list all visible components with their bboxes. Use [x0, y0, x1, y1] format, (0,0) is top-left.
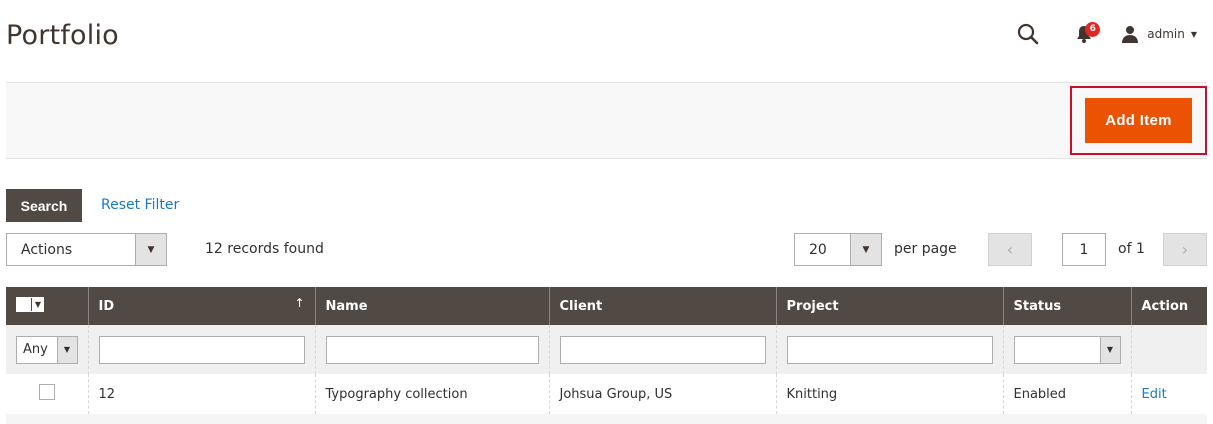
user-name: admin — [1147, 27, 1185, 41]
per-page-label: per page — [894, 241, 957, 257]
mass-actions-value: Actions — [21, 241, 73, 258]
user-icon — [1122, 26, 1139, 43]
cell-id: 12 — [87, 374, 315, 414]
filter-cell-id — [87, 325, 315, 374]
filter-cell-client — [548, 325, 776, 374]
add-item-highlight: Add Item — [1070, 86, 1207, 155]
filter-cell-action — [1130, 325, 1207, 374]
search-icon — [1018, 23, 1039, 45]
total-pages-text: of 1 — [1118, 241, 1145, 257]
cell-status: Enabled — [1002, 374, 1131, 414]
filter-name-input[interactable] — [325, 335, 539, 364]
row-select-cell — [6, 374, 88, 414]
cell-action: Edit — [1130, 374, 1207, 414]
filter-select-any[interactable]: Any ▼ — [16, 335, 78, 364]
notifications-button[interactable]: 6 — [1069, 19, 1101, 49]
mass-select-control[interactable]: ▼ — [16, 297, 44, 312]
table-row: 12 Typography collection Johsua Group, U… — [6, 374, 1207, 414]
cell-client: Johsua Group, US — [548, 374, 776, 414]
edit-link[interactable]: Edit — [1142, 387, 1167, 402]
chevron-down-icon: ▼ — [850, 234, 881, 265]
grid-header-row: ▼ ID ↑ Name Client Project Status Action — [6, 287, 1207, 325]
column-header-name[interactable]: Name — [314, 287, 549, 325]
cell-name: Typography collection — [314, 374, 549, 414]
filter-cell-select: Any ▼ — [6, 325, 88, 374]
next-page-button[interactable]: › — [1163, 233, 1207, 266]
filter-cell-status: ▼ — [1002, 325, 1131, 374]
next-row-strip — [6, 414, 1207, 424]
portfolio-grid: ▼ ID ↑ Name Client Project Status Action… — [6, 287, 1207, 414]
column-header-status[interactable]: Status — [1002, 287, 1131, 325]
current-page-input[interactable] — [1062, 233, 1106, 266]
column-header-client[interactable]: Client — [548, 287, 776, 325]
filter-project-input[interactable] — [786, 335, 993, 364]
caret-down-icon: ▼ — [1190, 29, 1197, 39]
column-header-project[interactable]: Project — [775, 287, 1003, 325]
caret-down-icon: ▼ — [31, 298, 44, 311]
column-header-id[interactable]: ID ↑ — [87, 287, 315, 325]
records-found-text: 12 records found — [205, 241, 324, 257]
user-account-menu[interactable]: admin ▼ — [1121, 25, 1197, 43]
filter-cell-project — [775, 325, 1003, 374]
cell-project: Knitting — [775, 374, 1003, 414]
search-button[interactable]: Search — [6, 189, 82, 222]
reset-filter-link[interactable]: Reset Filter — [101, 197, 179, 213]
per-page-select[interactable]: 20 ▼ — [794, 233, 882, 266]
chevron-down-icon: ▼ — [135, 234, 166, 265]
sort-ascending-icon: ↑ — [294, 296, 305, 310]
filter-client-input[interactable] — [559, 335, 766, 364]
column-header-action: Action — [1130, 287, 1207, 325]
page-title: Portfolio — [6, 20, 119, 51]
add-item-button[interactable]: Add Item — [1085, 98, 1192, 143]
filter-row: Any ▼ ▼ — [6, 325, 1207, 374]
chevron-down-icon: ▼ — [1099, 336, 1120, 363]
notifications-count-badge: 6 — [1085, 22, 1101, 37]
mass-actions-select[interactable]: Actions ▼ — [6, 233, 167, 266]
filter-id-input[interactable] — [98, 335, 305, 364]
column-label-id: ID — [98, 298, 115, 314]
chevron-left-icon: ‹ — [1006, 240, 1014, 259]
chevron-down-icon: ▼ — [56, 336, 77, 363]
filter-select-value: Any — [23, 342, 48, 357]
row-checkbox[interactable] — [38, 384, 55, 400]
select-all-checkbox[interactable] — [16, 298, 31, 311]
column-header-select[interactable]: ▼ — [6, 287, 88, 325]
per-page-value: 20 — [809, 241, 827, 258]
filter-cell-name — [314, 325, 549, 374]
previous-page-button[interactable]: ‹ — [988, 233, 1032, 266]
page-actions-bar: Add Item — [6, 82, 1207, 159]
chevron-right-icon: › — [1181, 240, 1189, 259]
filter-status-select[interactable]: ▼ — [1013, 335, 1121, 364]
header-actions: 6 admin ▼ — [1013, 18, 1197, 50]
global-search-button[interactable] — [1013, 19, 1043, 49]
